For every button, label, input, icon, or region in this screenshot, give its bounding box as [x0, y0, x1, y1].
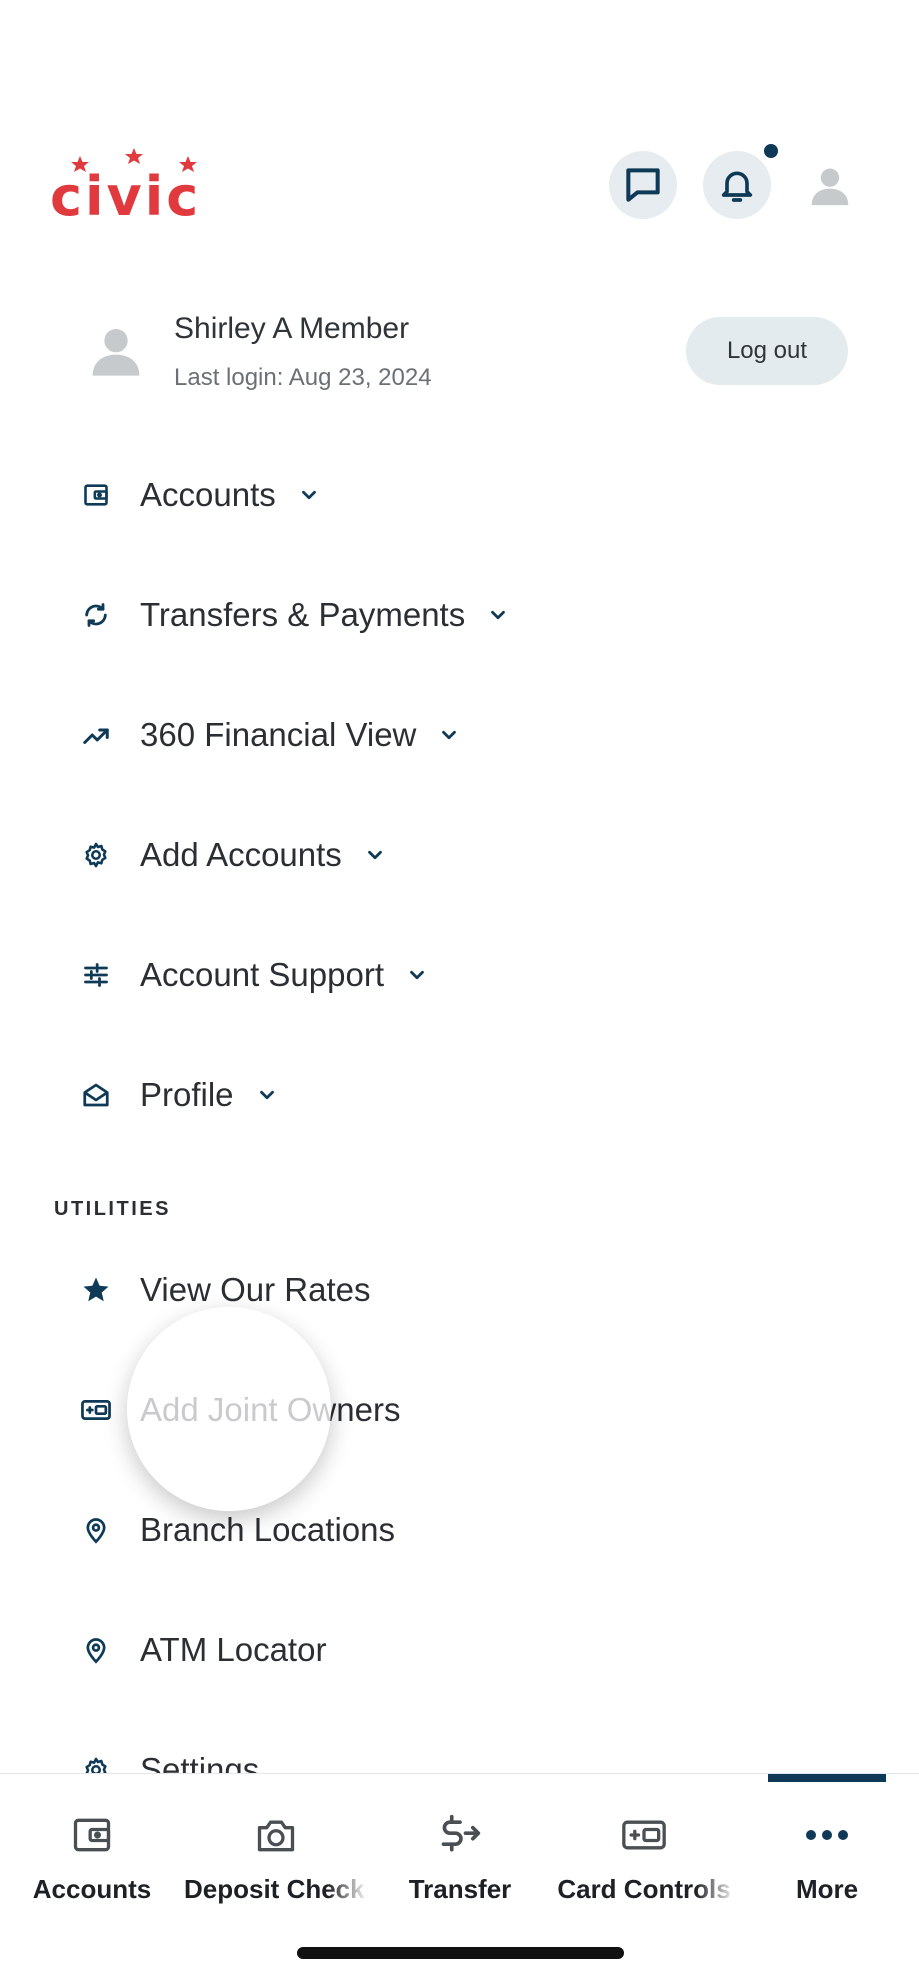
- logo-text: civic: [50, 165, 202, 228]
- menu-item-label: Account Support: [140, 956, 384, 993]
- menu-item-label: Add Accounts: [140, 836, 342, 873]
- nav-tab-label: Accounts: [32, 1874, 152, 1904]
- user-avatar-icon[interactable]: [808, 163, 852, 207]
- settings-clip: Settings: [0, 1730, 919, 1773]
- chevron-down-icon: [301, 490, 316, 500]
- menu-item-transfers-payments[interactable]: Transfers & Payments: [80, 575, 509, 655]
- utility-item-branch-locations[interactable]: Branch Locations: [80, 1490, 395, 1570]
- wallet-icon: [73, 1818, 111, 1852]
- bell-icon: [721, 171, 753, 202]
- utility-item-label: View Our Rates: [140, 1271, 371, 1308]
- nav-tab-label: More: [795, 1874, 859, 1904]
- gear-icon: [85, 1757, 107, 1773]
- nav-tab-deposit-checks[interactable]: Deposit Checks: [184, 1774, 368, 1914]
- utility-item-label: ATM Locator: [140, 1631, 327, 1668]
- utility-item-atm-locator[interactable]: ATM Locator: [80, 1610, 326, 1690]
- sliders-icon: [84, 963, 108, 987]
- user-avatar-icon: [92, 329, 140, 376]
- chevron-down-icon: [410, 970, 424, 980]
- more-dots-icon: [806, 1830, 848, 1840]
- menu-item-label: Accounts: [140, 476, 276, 513]
- chevron-down-icon: [442, 730, 457, 740]
- camera-icon: [257, 1820, 295, 1852]
- utility-item-view-our-rates[interactable]: View Our Rates: [80, 1250, 370, 1330]
- menu-item-label: 360 Financial View: [140, 716, 417, 753]
- refresh-icon: [85, 603, 107, 627]
- utility-item-add-joint-owners[interactable]: Add Joint Owners: [80, 1370, 400, 1450]
- menu-item-add-accounts[interactable]: Add Accounts: [80, 815, 386, 895]
- civic-logo[interactable]: civic: [50, 148, 220, 228]
- logout-button[interactable]: Log out: [686, 317, 848, 385]
- user-name: Shirley A Member: [174, 312, 410, 345]
- dollar-transfer-icon: [441, 1814, 481, 1852]
- app-screen: civic Shirley A Member Last login: Aug 2…: [0, 0, 919, 1980]
- location-pin-icon: [86, 1518, 106, 1544]
- notifications-button[interactable]: [703, 151, 771, 219]
- nav-tab-more[interactable]: More: [735, 1774, 919, 1914]
- chevron-down-icon: [259, 1090, 274, 1100]
- chevron-down-icon: [367, 850, 382, 860]
- nav-tab-transfer[interactable]: Transfer: [368, 1774, 552, 1914]
- gear-icon: [85, 842, 107, 868]
- utilities-heading: UTILITIES: [54, 1198, 171, 1220]
- utility-item-label: Add Joint Owners: [140, 1391, 401, 1428]
- last-login: Last login: Aug 23, 2024: [174, 364, 432, 391]
- nav-tab-label: Card Controls: [557, 1874, 731, 1904]
- utility-item-settings[interactable]: Settings: [80, 1730, 259, 1773]
- nav-tab-accounts[interactable]: Accounts: [0, 1774, 184, 1914]
- notification-dot: [762, 142, 780, 160]
- chat-button[interactable]: [609, 151, 677, 219]
- nav-tab-label: Deposit Checks: [184, 1874, 368, 1904]
- chevron-down-icon: [491, 610, 506, 620]
- chat-icon: [626, 168, 660, 202]
- menu-item-360-financial-view[interactable]: 360 Financial View: [80, 695, 460, 775]
- nav-tab-label: Transfer: [408, 1874, 512, 1904]
- utility-item-label: Branch Locations: [140, 1511, 395, 1548]
- trending-up-icon: [83, 728, 109, 744]
- card-controls-icon: [622, 1820, 666, 1850]
- home-indicator[interactable]: [297, 1947, 624, 1959]
- star-icon: [83, 1277, 109, 1302]
- nav-tab-card-controls[interactable]: Card Controls: [552, 1774, 736, 1914]
- menu-item-accounts[interactable]: Accounts: [80, 455, 320, 535]
- utility-item-label: Settings: [140, 1751, 260, 1773]
- card-add-icon: [81, 1400, 111, 1420]
- envelope-open-icon: [83, 1083, 109, 1107]
- menu-item-label: Profile: [140, 1076, 234, 1113]
- menu-item-account-support[interactable]: Account Support: [80, 935, 428, 1015]
- menu-item-label: Transfers & Payments: [140, 596, 466, 633]
- location-pin-icon: [86, 1638, 106, 1664]
- menu-item-profile[interactable]: Profile: [80, 1055, 278, 1135]
- wallet-icon: [84, 484, 108, 506]
